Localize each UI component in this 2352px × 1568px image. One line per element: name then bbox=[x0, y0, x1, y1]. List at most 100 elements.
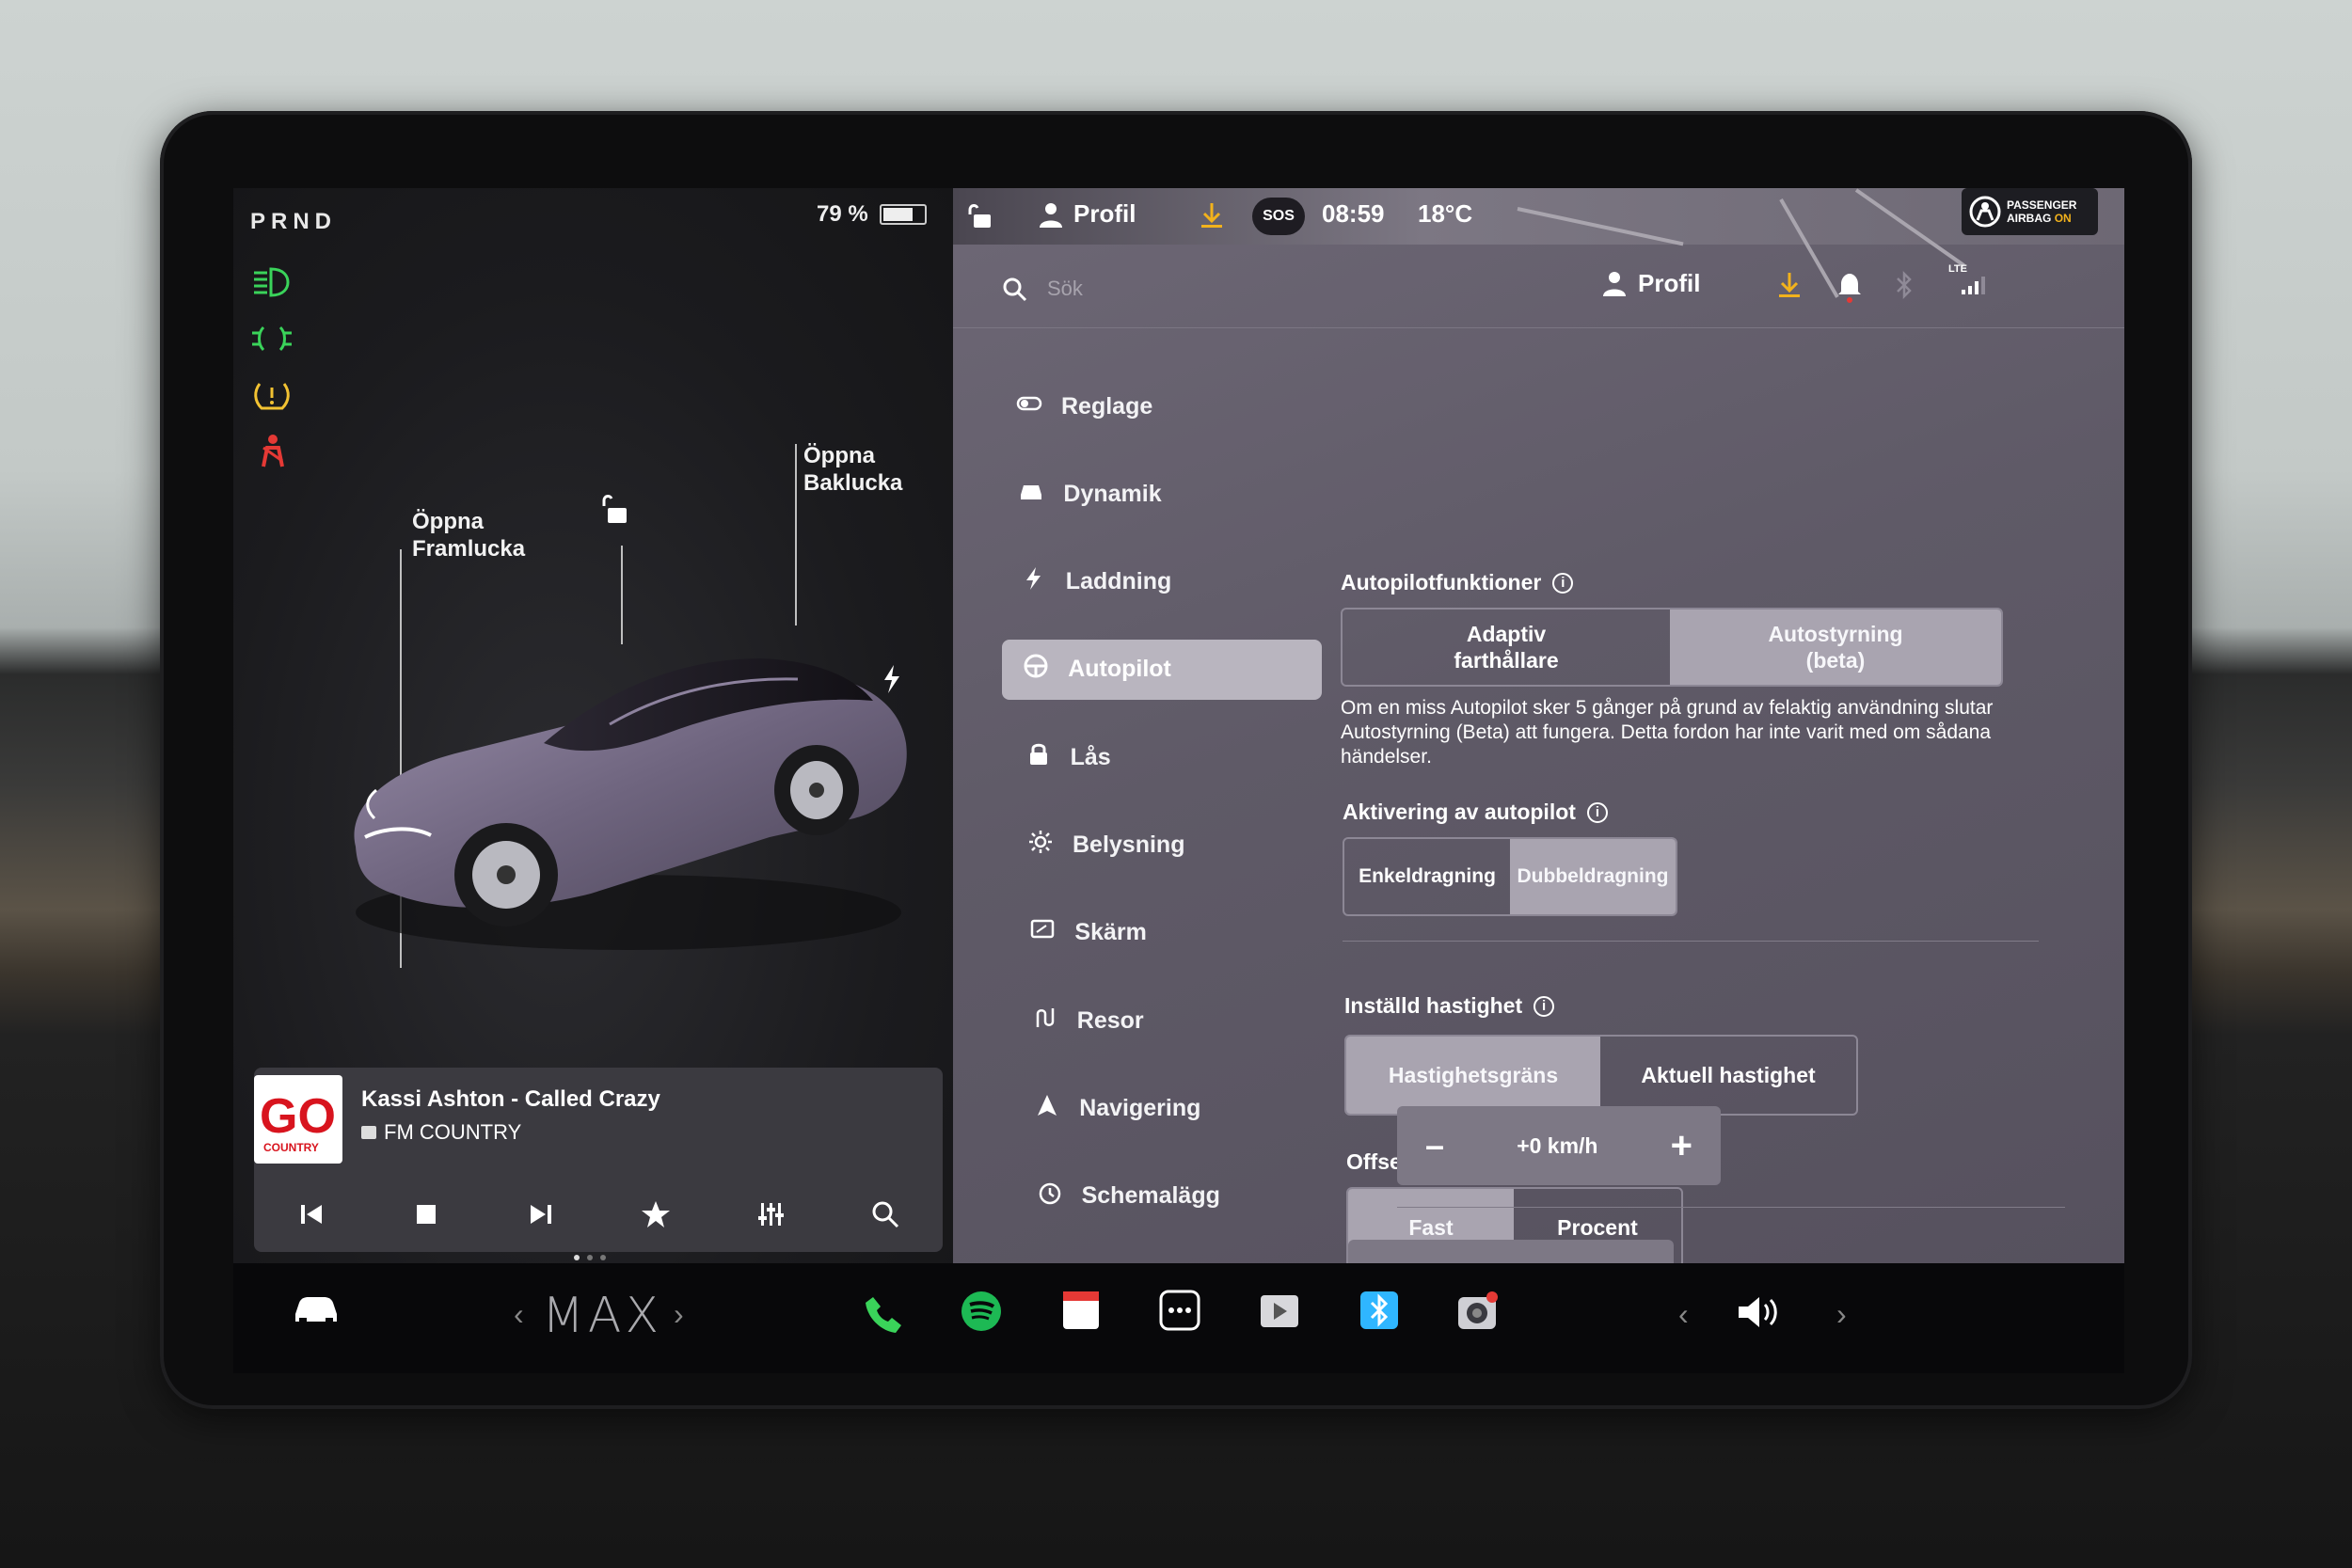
theater-icon[interactable] bbox=[1259, 1290, 1300, 1331]
menu-item-label: Reglage bbox=[1061, 392, 1153, 420]
tire-pressure-icon bbox=[254, 383, 290, 410]
media-search-icon[interactable] bbox=[864, 1193, 907, 1236]
menu-item-dynamik[interactable]: Dynamik bbox=[997, 464, 1317, 524]
search-input[interactable]: Sök bbox=[1047, 277, 1083, 301]
phone-icon[interactable] bbox=[864, 1293, 905, 1335]
stop-icon[interactable] bbox=[405, 1193, 448, 1236]
decrease-offset-button[interactable]: – bbox=[1425, 1126, 1444, 1165]
volume-left-chevron-icon[interactable]: ‹ bbox=[1678, 1297, 1689, 1332]
search-icon[interactable] bbox=[1002, 277, 1028, 303]
media-controls bbox=[254, 1186, 943, 1243]
settings-header: Sök Profil LTE bbox=[953, 250, 2124, 328]
menu-item-lås[interactable]: Lås bbox=[1005, 727, 1325, 787]
activation-toggle: Enkeldragning Dubbeldragning bbox=[1343, 837, 1677, 916]
option-speed-limit[interactable]: Hastighetsgräns bbox=[1346, 1037, 1600, 1114]
next-track-icon[interactable] bbox=[519, 1193, 563, 1236]
climate-right-chevron-icon[interactable]: › bbox=[674, 1297, 684, 1332]
menu-item-label: Skärm bbox=[1074, 919, 1147, 946]
favorite-star-icon[interactable] bbox=[634, 1193, 677, 1236]
page-indicator bbox=[574, 1255, 606, 1260]
menu-item-autopilot[interactable]: Autopilot bbox=[1002, 639, 1323, 700]
car-icon[interactable] bbox=[290, 1290, 342, 1327]
bolt-icon bbox=[1021, 565, 1047, 598]
menu-item-label: Navigering bbox=[1079, 1094, 1201, 1121]
profile-icon bbox=[1040, 203, 1062, 228]
software-download-icon[interactable] bbox=[1200, 201, 1224, 230]
steering-wheel-icon bbox=[1023, 653, 1049, 686]
autopilot-activation-title: Aktivering av autopilot i bbox=[1343, 800, 1608, 825]
menu-item-label: Belysning bbox=[1073, 832, 1185, 858]
bluetooth-icon[interactable] bbox=[1894, 271, 1915, 299]
notification-bell-icon[interactable] bbox=[1837, 271, 1862, 303]
autopilot-description: Om en miss Autopilot sker 5 gånger på gr… bbox=[1341, 697, 1994, 768]
menu-item-label: Autopilot bbox=[1068, 656, 1171, 683]
station-label: FM COUNTRY bbox=[384, 1120, 522, 1144]
info-icon[interactable]: i bbox=[1534, 995, 1555, 1017]
topbar-profile[interactable]: Profil bbox=[1073, 199, 1136, 229]
media-player[interactable]: GO COUNTRY Kassi Ashton - Called Crazy F… bbox=[254, 1068, 943, 1252]
navigation-icon bbox=[1034, 1092, 1060, 1125]
menu-item-schemalägg[interactable]: Schemalägg bbox=[1016, 1166, 1336, 1227]
menu-item-label: Dynamik bbox=[1063, 480, 1162, 507]
menu-item-belysning[interactable]: Belysning bbox=[1007, 816, 1327, 876]
trunk-callout-line bbox=[795, 444, 797, 626]
airbag-state: ON bbox=[2054, 212, 2072, 225]
equalizer-icon[interactable] bbox=[749, 1193, 792, 1236]
climate-temperature[interactable]: MAX bbox=[542, 1288, 662, 1344]
option-current-speed[interactable]: Aktuell hastighet bbox=[1600, 1037, 1856, 1114]
download-icon[interactable] bbox=[1777, 271, 1802, 299]
menu-item-resor[interactable]: Resor bbox=[1011, 990, 1331, 1051]
menu-item-laddning[interactable]: Laddning bbox=[1000, 552, 1320, 612]
menu-item-navigering[interactable]: Navigering bbox=[1013, 1078, 1333, 1138]
option-double-pull[interactable]: Dubbeldragning bbox=[1510, 839, 1676, 914]
volume-icon[interactable] bbox=[1735, 1291, 1786, 1333]
menu-item-label: Laddning bbox=[1065, 568, 1172, 595]
option-single-pull[interactable]: Enkeldragning bbox=[1344, 839, 1510, 914]
unlocked-status-icon bbox=[968, 204, 991, 228]
open-frunk-label[interactable]: Öppna Framlucka bbox=[412, 508, 525, 562]
info-icon[interactable]: i bbox=[1552, 572, 1574, 594]
more-apps-icon[interactable] bbox=[1159, 1290, 1200, 1331]
offset-value: +0 km/h bbox=[1517, 1132, 1598, 1158]
set-speed-title: Inställd hastighet i bbox=[1344, 993, 1555, 1019]
sun-icon bbox=[1027, 829, 1054, 862]
speed-title-text: Inställd hastighet bbox=[1344, 993, 1523, 1018]
menu-item-reglage[interactable]: Reglage bbox=[995, 376, 1315, 436]
volume-right-chevron-icon[interactable]: › bbox=[1836, 1297, 1847, 1332]
battery-icon bbox=[879, 204, 927, 225]
section-divider bbox=[1343, 941, 2039, 942]
features-title-text: Autopilotfunktioner bbox=[1341, 570, 1542, 594]
outside-temperature: 18°C bbox=[1418, 199, 1473, 228]
sos-button[interactable]: SOS bbox=[1252, 198, 1305, 235]
car-illustration bbox=[354, 658, 907, 950]
increase-offset-button[interactable]: + bbox=[1671, 1125, 1692, 1167]
option-adaptive-cruise[interactable]: Adaptiv farthållare bbox=[1343, 610, 1670, 685]
radio-icon bbox=[361, 1126, 376, 1139]
display-icon bbox=[1029, 916, 1056, 949]
vehicle-panel: PRND 79 % Öppna Framlucka Öppna Baklucka… bbox=[233, 188, 953, 1263]
song-title: Kassi Ashton - Called Crazy bbox=[361, 1086, 660, 1112]
unlock-icon[interactable] bbox=[598, 493, 630, 527]
calendar-icon[interactable] bbox=[1061, 1290, 1101, 1331]
header-profile-label: Profil bbox=[1638, 269, 1701, 297]
open-trunk-label[interactable]: Öppna Baklucka bbox=[803, 442, 902, 497]
climate-left-chevron-icon[interactable]: ‹ bbox=[514, 1297, 524, 1332]
profile-icon bbox=[1603, 271, 1626, 296]
previous-track-icon[interactable] bbox=[290, 1193, 333, 1236]
dashcam-icon[interactable] bbox=[1456, 1290, 1500, 1333]
autopilot-features-title: Autopilotfunktioner i bbox=[1341, 570, 1574, 595]
activation-title-text: Aktivering av autopilot bbox=[1343, 800, 1576, 824]
touchscreen: PRND 79 % Öppna Framlucka Öppna Baklucka… bbox=[233, 188, 2124, 1373]
menu-item-label: Resor bbox=[1076, 1006, 1144, 1034]
airbag-icon bbox=[1969, 196, 2001, 228]
option-autosteer[interactable]: Autostyrning (beta) bbox=[1670, 610, 2001, 685]
spotify-icon[interactable] bbox=[960, 1290, 1003, 1333]
seatbelt-warning-icon bbox=[262, 435, 284, 467]
info-icon[interactable]: i bbox=[1586, 801, 1608, 823]
lte-label: LTE bbox=[1948, 263, 1967, 275]
section-divider bbox=[1397, 1207, 2065, 1208]
header-profile-button[interactable]: Profil bbox=[1602, 269, 1700, 298]
bluetooth-app-icon[interactable] bbox=[1359, 1290, 1400, 1331]
menu-item-skärm[interactable]: Skärm bbox=[1009, 903, 1328, 963]
bottom-dock: ‹ MAX › ‹ › bbox=[233, 1263, 2124, 1373]
